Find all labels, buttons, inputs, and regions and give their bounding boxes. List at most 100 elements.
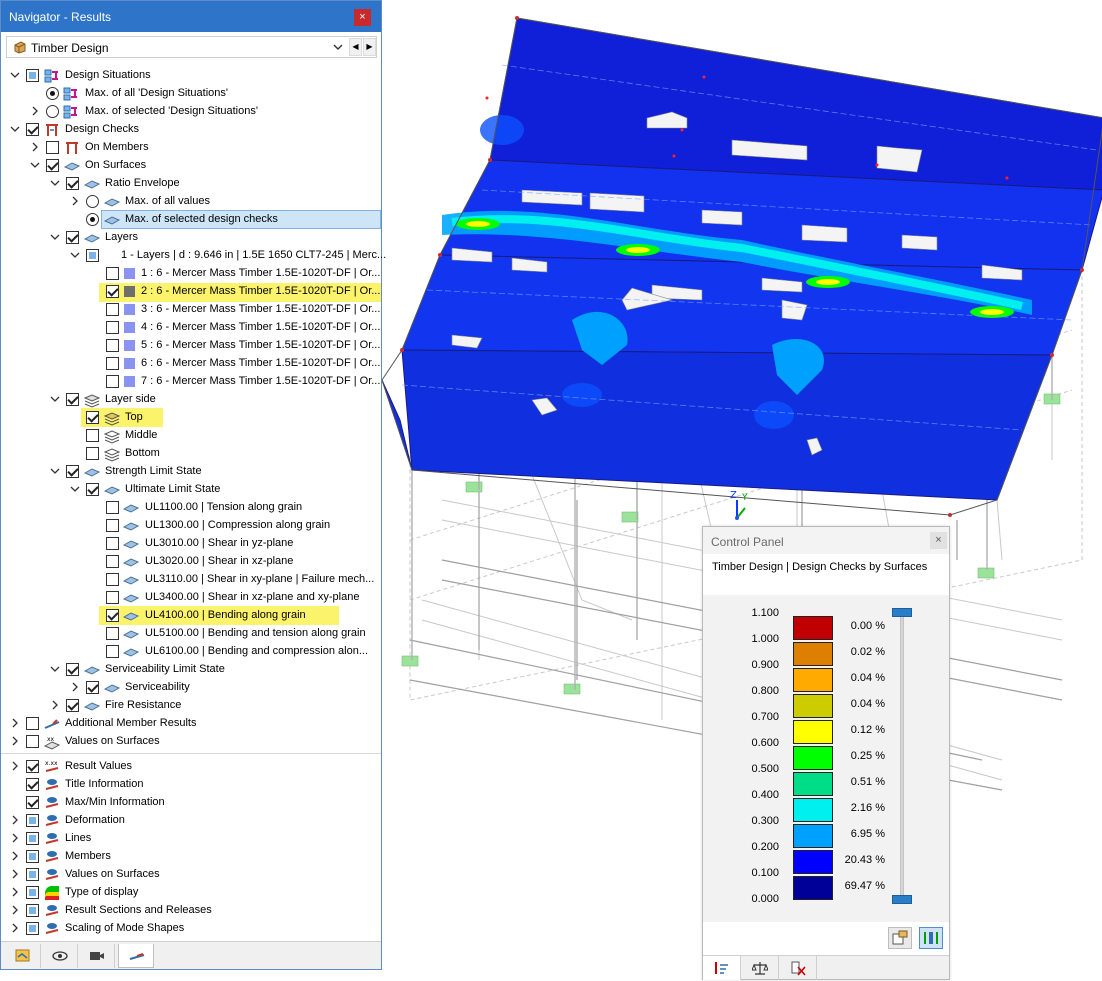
maxmin-information-checkbox[interactable] xyxy=(26,796,39,809)
check-checkbox[interactable] xyxy=(106,591,119,604)
expand-icon[interactable] xyxy=(70,682,80,692)
design-situations-checkbox[interactable] xyxy=(26,69,39,82)
legend-slider-track[interactable] xyxy=(900,612,904,902)
tab-display[interactable] xyxy=(42,944,78,968)
expand-icon[interactable] xyxy=(50,700,60,710)
result-type-selector[interactable]: Timber Design ◀ ▶ xyxy=(6,36,377,58)
tree-row-design-checks[interactable]: Design Checks xyxy=(1,121,381,139)
tree-row-layer-side[interactable]: Layer side xyxy=(1,391,381,409)
result-values-checkbox[interactable] xyxy=(26,760,39,773)
expand-icon[interactable] xyxy=(10,851,20,861)
legend-slider-bottom-handle[interactable] xyxy=(892,895,912,904)
max-selected-ds-radio[interactable] xyxy=(46,105,59,118)
layer-checkbox[interactable] xyxy=(106,285,119,298)
tree-row-design-situations[interactable]: Design Situations xyxy=(1,67,381,85)
additional-member-results-checkbox[interactable] xyxy=(26,717,39,730)
next-button[interactable]: ▶ xyxy=(363,38,376,56)
tree-row-result-values[interactable]: x.xx Result Values xyxy=(1,758,381,776)
expand-icon[interactable] xyxy=(70,196,80,206)
layers-checkbox[interactable] xyxy=(66,231,79,244)
tree-row-on-surfaces[interactable]: On Surfaces xyxy=(1,157,381,175)
close-navigator-button[interactable]: × xyxy=(354,9,371,26)
layer-checkbox[interactable] xyxy=(106,321,119,334)
expand-icon[interactable] xyxy=(10,869,20,879)
tree-row-check-ul1100[interactable]: UL1100.00 | Tension along grain xyxy=(1,499,381,517)
fire-resistance-checkbox[interactable] xyxy=(66,699,79,712)
title-information-checkbox[interactable] xyxy=(26,778,39,791)
check-checkbox[interactable] xyxy=(106,627,119,640)
ratio-envelope-checkbox[interactable] xyxy=(66,177,79,190)
tree-row-values-on-surfaces-1[interactable]: xx Values on Surfaces xyxy=(1,733,381,751)
tree-row-max-selected-ds[interactable]: Max. of selected 'Design Situations' xyxy=(1,103,381,121)
layer-checkbox[interactable] xyxy=(106,339,119,352)
tree-row-serviceability-ls[interactable]: Serviceability Limit State xyxy=(1,661,381,679)
tree-row-serviceability[interactable]: Serviceability xyxy=(1,679,381,697)
tab-color-scale[interactable] xyxy=(703,956,741,980)
legend-scale-button[interactable] xyxy=(919,927,943,949)
strength-ls-checkbox[interactable] xyxy=(66,465,79,478)
serviceability-checkbox[interactable] xyxy=(86,681,99,694)
members-checkbox[interactable] xyxy=(26,850,39,863)
values-on-surfaces-2-checkbox[interactable] xyxy=(26,868,39,881)
expand-icon[interactable] xyxy=(10,905,20,915)
tree-row-type-of-display[interactable]: Type of display xyxy=(1,884,381,902)
values-on-surfaces-checkbox[interactable] xyxy=(26,735,39,748)
check-checkbox[interactable] xyxy=(106,555,119,568)
max-all-values-radio[interactable] xyxy=(86,195,99,208)
expand-icon[interactable] xyxy=(10,887,20,897)
deformation-checkbox[interactable] xyxy=(26,814,39,827)
tree-row-check-ul3110[interactable]: UL3110.00 | Shear in xy-plane | Failure … xyxy=(1,571,381,589)
tree-row-fire-resistance[interactable]: Fire Resistance xyxy=(1,697,381,715)
max-selected-checks-radio[interactable] xyxy=(86,213,99,226)
collapse-icon[interactable] xyxy=(70,250,80,260)
tab-filter[interactable] xyxy=(779,956,817,980)
layer-checkbox[interactable] xyxy=(106,375,119,388)
check-checkbox[interactable] xyxy=(106,519,119,532)
tree-row-scaling-mode-shapes[interactable]: Scaling of Mode Shapes xyxy=(1,920,381,938)
tree-row-check-ul3400[interactable]: UL3400.00 | Shear in xz-plane and xy-pla… xyxy=(1,589,381,607)
tree-row-title-information[interactable]: Title Information xyxy=(1,776,381,794)
check-checkbox[interactable] xyxy=(106,501,119,514)
expand-icon[interactable] xyxy=(30,142,40,152)
collapse-icon[interactable] xyxy=(50,664,60,674)
tree-row-layer-5[interactable]: 5 : 6 - Mercer Mass Timber 1.5E-1020T-DF… xyxy=(1,337,381,355)
tree-row-bottom[interactable]: Bottom xyxy=(1,445,381,463)
expand-icon[interactable] xyxy=(10,761,20,771)
tab-factors[interactable] xyxy=(741,956,779,980)
serviceability-ls-checkbox[interactable] xyxy=(66,663,79,676)
tree-row-layers-group[interactable]: 1 - Layers | d : 9.646 in | 1.5E 1650 CL… xyxy=(1,247,386,265)
tree-row-layer-4[interactable]: 4 : 6 - Mercer Mass Timber 1.5E-1020T-DF… xyxy=(1,319,381,337)
tree-row-check-ul3020[interactable]: UL3020.00 | Shear in xz-plane xyxy=(1,553,381,571)
tree-row-members[interactable]: Members xyxy=(1,848,381,866)
middle-checkbox[interactable] xyxy=(86,429,99,442)
tree-row-max-all-values[interactable]: Max. of all values xyxy=(1,193,381,211)
tree-row-layers[interactable]: Layers xyxy=(1,229,381,247)
collapse-icon[interactable] xyxy=(10,124,20,134)
tree-row-check-ul1300[interactable]: UL1300.00 | Compression along grain xyxy=(1,517,381,535)
layer-side-checkbox[interactable] xyxy=(66,393,79,406)
check-checkbox[interactable] xyxy=(106,573,119,586)
check-checkbox[interactable] xyxy=(106,537,119,550)
expand-icon[interactable] xyxy=(10,718,20,728)
expand-icon[interactable] xyxy=(10,923,20,933)
tree-row-max-all-ds[interactable]: Max. of all 'Design Situations' xyxy=(1,85,381,103)
tree-row-strength-ls[interactable]: Strength Limit State xyxy=(1,463,381,481)
tree-row-max-selected-checks-content[interactable]: Max. of selected design checks xyxy=(1,211,381,229)
collapse-icon[interactable] xyxy=(10,70,20,80)
layer-checkbox[interactable] xyxy=(106,303,119,316)
tree-row-ratio-envelope[interactable]: Ratio Envelope xyxy=(1,175,381,193)
expand-icon[interactable] xyxy=(10,833,20,843)
tree-row-check-ul6100[interactable]: UL6100.00 | Bending and compression alon… xyxy=(1,643,381,661)
collapse-icon[interactable] xyxy=(50,394,60,404)
layer-checkbox[interactable] xyxy=(106,357,119,370)
tree-row-on-members[interactable]: On Members xyxy=(1,139,381,157)
layers-group-checkbox[interactable] xyxy=(86,249,99,262)
collapse-icon[interactable] xyxy=(70,484,80,494)
tree-row-layer-6[interactable]: 6 : 6 - Mercer Mass Timber 1.5E-1020T-DF… xyxy=(1,355,381,373)
top-checkbox[interactable] xyxy=(86,411,99,424)
collapse-icon[interactable] xyxy=(50,466,60,476)
expand-icon[interactable] xyxy=(30,106,40,116)
legend-slider-top-handle[interactable] xyxy=(892,608,912,617)
max-all-ds-radio[interactable] xyxy=(46,87,59,100)
tree-row-check-ul3010[interactable]: UL3010.00 | Shear in yz-plane xyxy=(1,535,381,553)
